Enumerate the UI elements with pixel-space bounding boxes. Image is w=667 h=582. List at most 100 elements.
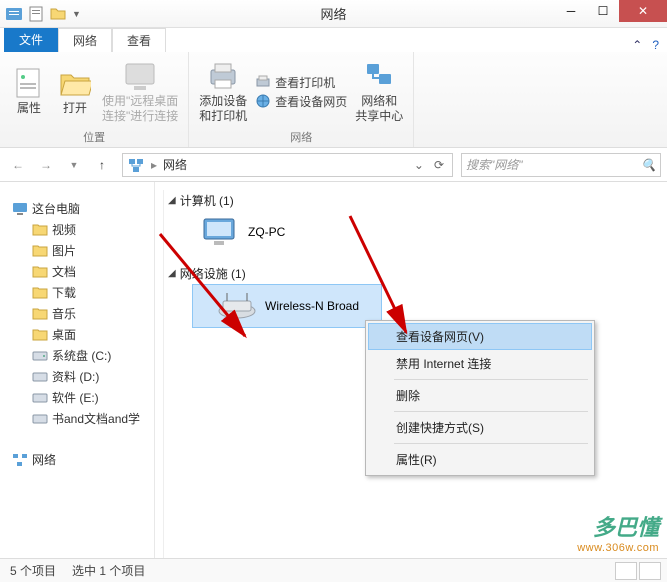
sidebar-item-this-pc[interactable]: 这台电脑	[12, 198, 154, 219]
recent-dropdown-icon[interactable]: ▼	[62, 153, 86, 177]
printer-small-icon	[255, 74, 271, 90]
view-icons-button[interactable]	[639, 562, 661, 580]
ribbon-add-devices[interactable]: 添加设备 和打印机	[199, 60, 247, 123]
ribbon-rdp: 使用"远程桌面 连接"进行连接	[102, 60, 178, 123]
breadcrumb[interactable]: ▸ 网络 ⌄ ⟳	[122, 153, 453, 177]
context-label: 属性(R)	[396, 453, 437, 467]
up-button[interactable]: ↑	[90, 153, 114, 177]
sidebar-item-drive-c[interactable]: 系统盘 (C:)	[12, 345, 154, 366]
properties-icon[interactable]	[28, 6, 44, 22]
sidebar-item-music[interactable]: 音乐	[12, 303, 154, 324]
forward-button[interactable]: →	[34, 153, 58, 177]
sidebar-label: 视频	[52, 221, 76, 238]
group-header-netdev[interactable]: ◢ 网络设施 (1)	[168, 263, 667, 284]
ribbon-collapse-icon[interactable]: ⌃	[632, 38, 642, 52]
ribbon-view-device-page[interactable]: 查看设备网页	[255, 93, 347, 110]
folder-icon	[32, 243, 48, 259]
qat-dropdown-icon[interactable]: ▼	[72, 9, 81, 19]
network-icon	[12, 452, 28, 468]
drive-icon	[32, 369, 48, 385]
sidebar-item-videos[interactable]: 视频	[12, 219, 154, 240]
ribbon-group-network-label: 网络	[290, 127, 312, 145]
ribbon-group-network: 添加设备 和打印机 查看打印机 查看设备网页 网络和 共享中心 网络	[189, 52, 414, 147]
sidebar-label: 桌面	[52, 326, 76, 343]
router-icon	[217, 291, 257, 321]
ribbon-add-devices-label: 添加设备 和打印机	[199, 94, 247, 123]
context-disable-net[interactable]: 禁用 Internet 连接	[368, 350, 592, 377]
status-count: 5 个项目	[10, 562, 56, 579]
minimize-button[interactable]: ─	[555, 0, 587, 22]
device-router[interactable]: Wireless-N Broad	[192, 284, 382, 328]
ribbon-group-location-label: 位置	[83, 127, 105, 145]
tab-network[interactable]: 网络	[58, 28, 112, 52]
ribbon-open[interactable]: 打开	[56, 67, 94, 115]
back-button[interactable]: ←	[6, 153, 30, 177]
group-label: 网络设施 (1)	[180, 265, 246, 282]
refresh-icon[interactable]: ⟳	[430, 158, 448, 172]
folder-icon	[32, 222, 48, 238]
folder-icon	[32, 327, 48, 343]
view-details-button[interactable]	[615, 562, 637, 580]
window-title: 网络	[320, 4, 346, 23]
network-location-icon	[127, 156, 145, 174]
sidebar-item-drive-d[interactable]: 资料 (D:)	[12, 366, 154, 387]
context-separator	[394, 379, 588, 380]
search-placeholder: 搜索"网络"	[466, 156, 641, 173]
sidebar-item-documents[interactable]: 文档	[12, 261, 154, 282]
context-shortcut[interactable]: 创建快捷方式(S)	[368, 414, 592, 441]
ribbon-properties[interactable]: 属性	[10, 67, 48, 115]
tab-file[interactable]: 文件	[4, 27, 58, 52]
context-label: 禁用 Internet 连接	[396, 357, 491, 371]
context-delete[interactable]: 删除	[368, 382, 592, 409]
sidebar-item-drive-e[interactable]: 软件 (E:)	[12, 387, 154, 408]
sidebar-label: 文档	[52, 263, 76, 280]
group-header-computer[interactable]: ◢ 计算机 (1)	[168, 190, 667, 211]
window-controls: ─ ☐ ✕	[555, 0, 667, 22]
ribbon-tabs: 文件 网络 查看 ⌃ ?	[0, 28, 667, 52]
sidebar: 这台电脑 视频 图片 文档 下载 音乐 桌面 系统盘 (C:) 资料 (D:) …	[0, 182, 155, 558]
tab-view[interactable]: 查看	[112, 28, 166, 52]
help-icon[interactable]: ?	[652, 38, 659, 52]
sidebar-label: 软件 (E:)	[52, 389, 99, 406]
ribbon-group-location: 属性 打开 使用"远程桌面 连接"进行连接 位置	[0, 52, 189, 147]
content: 这台电脑 视频 图片 文档 下载 音乐 桌面 系统盘 (C:) 资料 (D:) …	[0, 182, 667, 558]
ribbon-view-printers[interactable]: 查看打印机	[255, 74, 347, 91]
watermark: 多巴懂 www.306w.com	[577, 510, 659, 554]
context-label: 查看设备网页(V)	[396, 330, 484, 344]
context-label: 删除	[396, 389, 420, 403]
sidebar-item-pictures[interactable]: 图片	[12, 240, 154, 261]
device-computer[interactable]: ZQ-PC	[168, 211, 667, 253]
ribbon-right: ⌃ ?	[632, 38, 659, 52]
search-icon: 🔍	[641, 158, 656, 172]
context-separator	[394, 443, 588, 444]
folder-icon	[32, 285, 48, 301]
drive-icon	[32, 348, 48, 364]
drive-icon	[32, 411, 48, 427]
ribbon-net-share[interactable]: 网络和 共享中心	[355, 60, 403, 123]
ribbon: 属性 打开 使用"远程桌面 连接"进行连接 位置 添加设备 和打印机 查看打印机	[0, 52, 667, 148]
close-button[interactable]: ✕	[619, 0, 667, 22]
sidebar-item-network[interactable]: 网络	[12, 449, 154, 470]
view-switch	[615, 562, 661, 580]
sidebar-label: 系统盘 (C:)	[52, 347, 111, 364]
context-view-page[interactable]: 查看设备网页(V)	[368, 323, 592, 350]
sidebar-item-desktop[interactable]: 桌面	[12, 324, 154, 345]
device-label: ZQ-PC	[248, 225, 285, 239]
breadcrumb-dropdown-icon[interactable]: ⌄	[414, 158, 424, 172]
printer-icon	[207, 60, 239, 92]
open-icon	[59, 67, 91, 99]
sidebar-label: 网络	[32, 451, 56, 468]
search-input[interactable]: 搜索"网络" 🔍	[461, 153, 661, 177]
maximize-button[interactable]: ☐	[587, 0, 619, 22]
chevron-down-icon: ◢	[168, 268, 176, 279]
ribbon-open-label: 打开	[63, 101, 87, 115]
sidebar-item-drive-books[interactable]: 书and文档and学	[12, 408, 154, 429]
quick-access: ▼	[0, 6, 81, 22]
folder-icon[interactable]	[50, 6, 66, 22]
context-separator	[394, 411, 588, 412]
context-properties[interactable]: 属性(R)	[368, 446, 592, 473]
breadcrumb-sep-icon: ▸	[151, 158, 157, 172]
chevron-down-icon: ◢	[168, 195, 176, 206]
sidebar-item-downloads[interactable]: 下载	[12, 282, 154, 303]
sidebar-label: 书and文档and学	[52, 410, 140, 427]
